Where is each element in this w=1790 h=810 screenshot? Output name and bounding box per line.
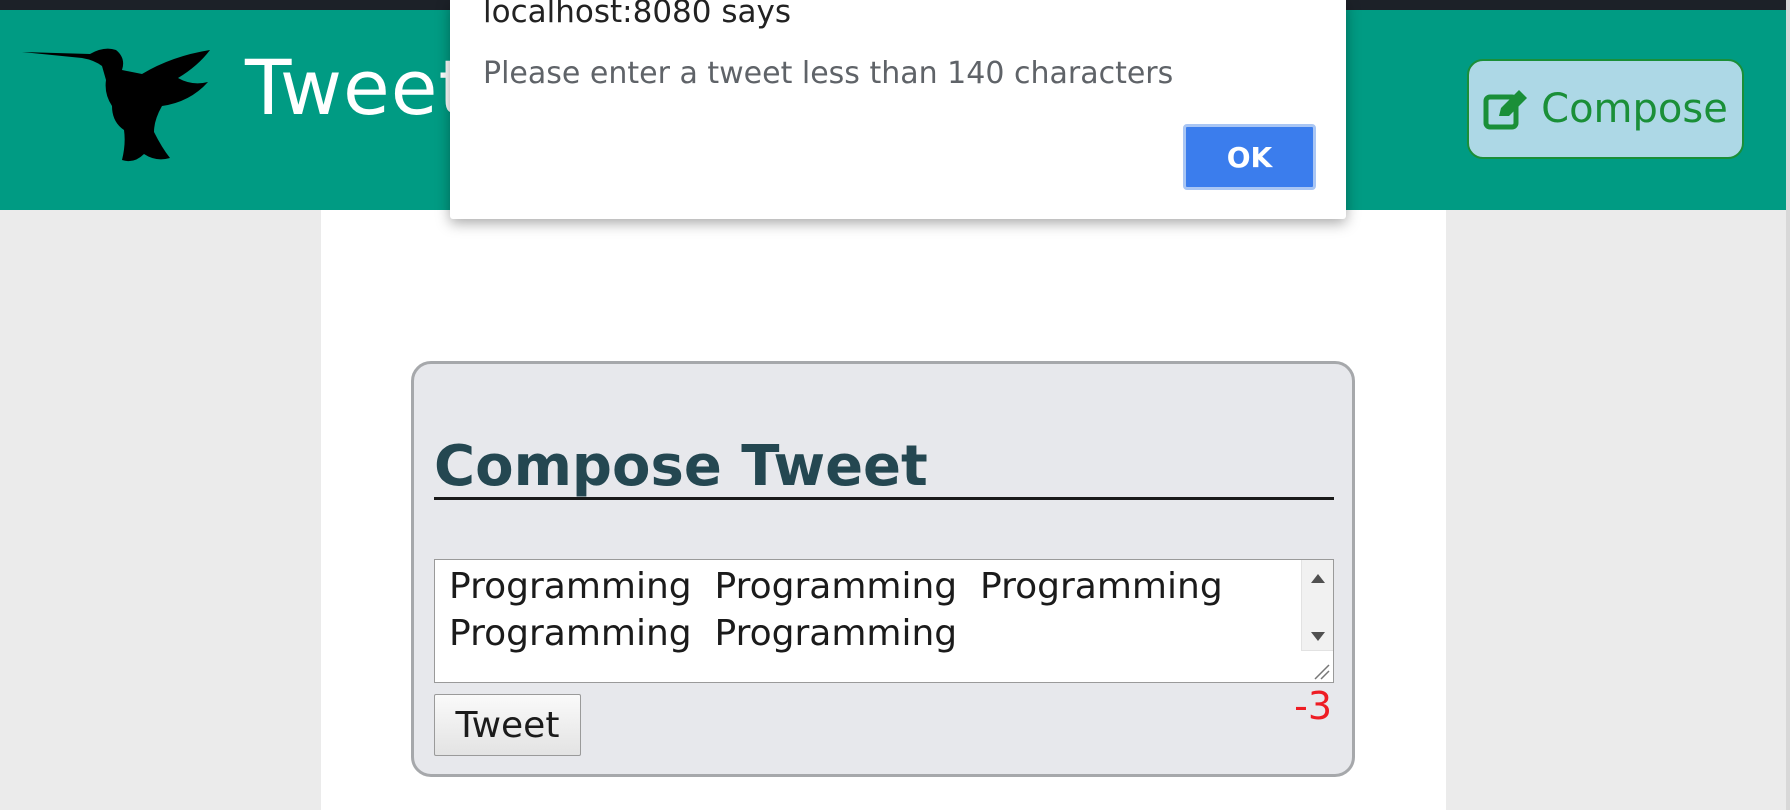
compose-button[interactable]: Compose <box>1467 59 1744 159</box>
tweet-text: Programming Programming Programming Prog… <box>449 566 1223 654</box>
compose-button-label: Compose <box>1541 86 1728 132</box>
tweet-textarea[interactable]: Programming Programming Programming Prog… <box>434 559 1334 683</box>
tweet-submit-button[interactable]: Tweet <box>434 694 581 756</box>
character-counter: -3 <box>1294 684 1332 728</box>
edit-icon <box>1483 90 1528 130</box>
resize-grip-icon[interactable] <box>1301 650 1333 682</box>
alert-message: Please enter a tweet less than 140 chara… <box>483 56 1174 91</box>
alert-title: localhost:8080 says <box>483 0 791 30</box>
alert-dialog: localhost:8080 says Please enter a tweet… <box>450 0 1346 219</box>
brand-title: Tweet <box>245 43 470 132</box>
compose-title: Compose Tweet <box>434 434 1334 500</box>
hummingbird-logo <box>22 48 210 162</box>
scroll-up-arrow-icon[interactable] <box>1311 574 1325 583</box>
page-scrollbar[interactable] <box>1786 0 1790 810</box>
scroll-down-arrow-icon[interactable] <box>1311 632 1325 641</box>
alert-ok-button[interactable]: OK <box>1183 124 1316 190</box>
compose-tweet-panel: Compose Tweet Programming Programming Pr… <box>411 361 1355 777</box>
